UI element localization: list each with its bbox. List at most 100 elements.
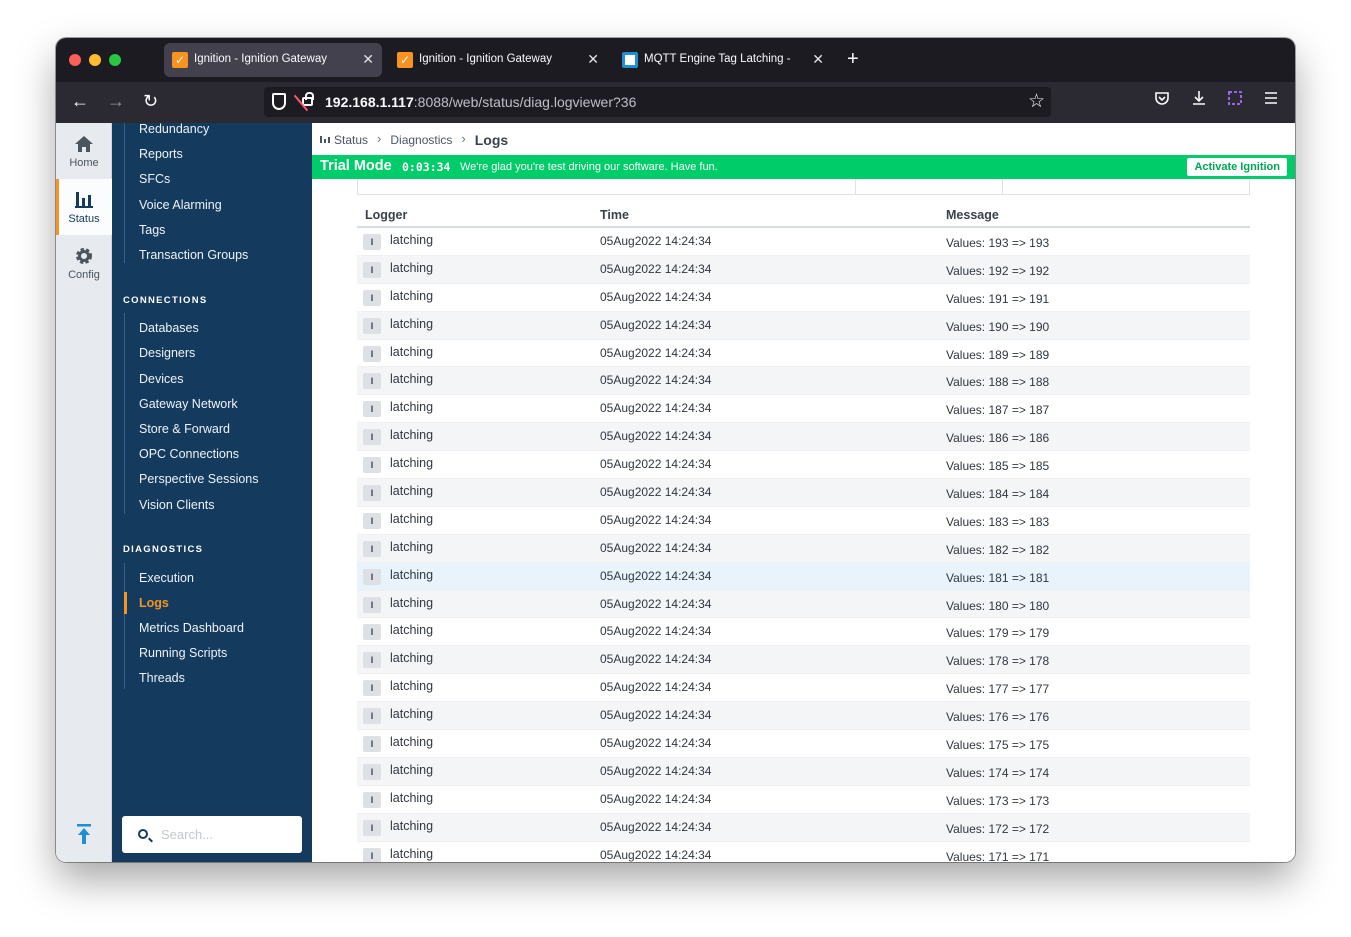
log-level-badge: I bbox=[363, 512, 381, 529]
table-row[interactable]: Ilatching 05Aug2022 14:24:34 Values: 189 =… bbox=[357, 339, 1250, 368]
minimize-window-button[interactable] bbox=[89, 54, 101, 66]
close-window-button[interactable] bbox=[69, 54, 81, 66]
sidebar-item-perspective-sessions[interactable]: Perspective Sessions bbox=[139, 472, 259, 486]
table-row[interactable]: Ilatching 05Aug2022 14:24:34 Values: 191 =… bbox=[357, 283, 1250, 312]
sidebar-item-redundancy[interactable]: Redundancy bbox=[139, 122, 209, 136]
ignition-icon: ✓ bbox=[172, 52, 188, 68]
url-text[interactable]: 192.168.1.117:8088/web/status/diag.logvi… bbox=[325, 94, 636, 110]
sidebar-item-gateway-network[interactable]: Gateway Network bbox=[139, 397, 238, 411]
table-row[interactable]: Ilatching 05Aug2022 14:24:34 Values: 174 =… bbox=[357, 757, 1250, 786]
column-header-message[interactable]: Message bbox=[946, 208, 999, 222]
cell-logger: latching bbox=[390, 372, 434, 387]
maximize-window-button[interactable] bbox=[109, 54, 121, 66]
table-row[interactable]: Ilatching 05Aug2022 14:24:34 Values: 177 =… bbox=[357, 674, 1250, 703]
cell-logger: latching bbox=[390, 651, 434, 666]
table-row[interactable]: Ilatching 05Aug2022 14:24:34 Values: 188 =… bbox=[357, 367, 1250, 396]
sidebar-item-running-scripts[interactable]: Running Scripts bbox=[139, 646, 227, 660]
hamburger-menu-icon[interactable] bbox=[1263, 90, 1279, 113]
log-level-badge: I bbox=[363, 596, 381, 613]
back-arrow-icon[interactable]: ← bbox=[71, 90, 89, 112]
rail-config[interactable]: Config bbox=[56, 235, 112, 291]
table-row[interactable]: Ilatching 05Aug2022 14:24:34 Values: 181 =… bbox=[357, 562, 1250, 591]
rail-status[interactable]: Status bbox=[56, 179, 112, 235]
cell-message: Values: 178 => 178 bbox=[946, 654, 1050, 669]
screenshot-extension-icon[interactable] bbox=[1227, 90, 1243, 113]
forward-arrow-icon[interactable]: → bbox=[107, 90, 125, 112]
sidebar-item-databases[interactable]: Databases bbox=[139, 321, 199, 335]
table-row[interactable]: Ilatching 05Aug2022 14:24:34 Values: 183 =… bbox=[357, 506, 1250, 535]
cell-time: 05Aug2022 14:24:34 bbox=[600, 819, 712, 834]
cell-message: Values: 184 => 184 bbox=[946, 487, 1050, 502]
rail-home[interactable]: Home bbox=[56, 123, 112, 179]
tracking-shield-icon[interactable] bbox=[272, 93, 286, 110]
sidebar-item-logs[interactable]: Logs bbox=[139, 596, 169, 610]
reload-icon[interactable]: ↻ bbox=[143, 90, 158, 112]
sidebar-item-threads[interactable]: Threads bbox=[139, 671, 185, 685]
sidebar-item-devices[interactable]: Devices bbox=[139, 372, 183, 386]
cell-message: Values: 171 => 171 bbox=[946, 849, 1050, 862]
table-row[interactable]: Ilatching 05Aug2022 14:24:34 Values: 182 =… bbox=[357, 534, 1250, 563]
download-icon[interactable] bbox=[1191, 90, 1207, 113]
table-row[interactable]: Ilatching 05Aug2022 14:24:34 Values: 192 =… bbox=[357, 255, 1250, 284]
pocket-icon[interactable] bbox=[1154, 90, 1170, 113]
log-level-badge: I bbox=[363, 736, 381, 753]
cell-time: 05Aug2022 14:24:34 bbox=[600, 540, 712, 555]
url-bar[interactable]: 192.168.1.117:8088/web/status/diag.logvi… bbox=[264, 87, 1051, 117]
sidebar-item-vision-clients[interactable]: Vision Clients bbox=[139, 498, 215, 512]
table-row[interactable]: Ilatching 05Aug2022 14:24:34 Values: 176 =… bbox=[357, 702, 1250, 731]
sidebar-item-reports[interactable]: Reports bbox=[139, 147, 183, 161]
ignition-icon: ✓ bbox=[397, 52, 413, 68]
sidebar-item-store-forward[interactable]: Store & Forward bbox=[139, 422, 230, 436]
table-row[interactable]: Ilatching 05Aug2022 14:24:34 Values: 186 =… bbox=[357, 423, 1250, 452]
table-row[interactable]: Ilatching 05Aug2022 14:24:34 Values: 187 =… bbox=[357, 395, 1250, 424]
cell-logger: latching bbox=[390, 595, 434, 610]
cell-time: 05Aug2022 14:24:34 bbox=[600, 429, 712, 444]
close-tab-icon[interactable]: ✕ bbox=[362, 51, 374, 67]
bookmark-star-icon[interactable]: ☆ bbox=[1028, 90, 1045, 113]
table-row[interactable]: Ilatching 05Aug2022 14:24:34 Values: 173 =… bbox=[357, 785, 1250, 814]
table-row[interactable]: Ilatching 05Aug2022 14:24:34 Values: 180 =… bbox=[357, 590, 1250, 619]
column-header-time[interactable]: Time bbox=[600, 208, 629, 222]
cell-logger: latching bbox=[390, 456, 434, 471]
breadcrumb: Status › Diagnostics › Logs bbox=[320, 131, 508, 148]
sidebar-item-tags[interactable]: Tags bbox=[139, 223, 165, 237]
browser-tab-2[interactable]: ✓ Ignition - Ignition Gateway ✕ bbox=[389, 43, 607, 77]
activate-ignition-button[interactable]: Activate Ignition bbox=[1187, 158, 1287, 176]
column-header-logger[interactable]: Logger bbox=[365, 208, 407, 222]
log-level-badge: I bbox=[363, 373, 381, 390]
sidebar-item-metrics-dashboard[interactable]: Metrics Dashboard bbox=[139, 621, 244, 635]
cell-time: 05Aug2022 14:24:34 bbox=[600, 345, 712, 360]
sidebar-item-sfcs[interactable]: SFCs bbox=[139, 172, 170, 186]
cell-time: 05Aug2022 14:24:34 bbox=[600, 847, 712, 862]
close-tab-icon[interactable]: ✕ bbox=[812, 51, 824, 67]
table-row[interactable]: Ilatching 05Aug2022 14:24:34 Values: 193 =… bbox=[357, 228, 1250, 256]
new-tab-button[interactable]: + bbox=[847, 48, 859, 70]
cell-message: Values: 192 => 192 bbox=[946, 263, 1050, 278]
browser-tab-1[interactable]: ✓ Ignition - Ignition Gateway ✕ bbox=[164, 43, 382, 77]
table-row[interactable]: Ilatching 05Aug2022 14:24:34 Values: 190 =… bbox=[357, 311, 1250, 340]
close-tab-icon[interactable]: ✕ bbox=[587, 51, 599, 67]
table-row[interactable]: Ilatching 05Aug2022 14:24:34 Values: 184 =… bbox=[357, 479, 1250, 507]
table-row[interactable]: Ilatching 05Aug2022 14:24:34 Values: 185 =… bbox=[357, 451, 1250, 480]
log-level-badge: I bbox=[363, 680, 381, 697]
table-row[interactable]: Ilatching 05Aug2022 14:24:34 Values: 178 =… bbox=[357, 646, 1250, 675]
table-row[interactable]: Ilatching 05Aug2022 14:24:34 Values: 179 =… bbox=[357, 618, 1250, 647]
home-icon bbox=[75, 136, 93, 152]
breadcrumb-diagnostics[interactable]: Diagnostics bbox=[390, 133, 452, 147]
table-row[interactable]: Ilatching 05Aug2022 14:24:34 Values: 171 =… bbox=[357, 841, 1250, 862]
cell-logger: latching bbox=[390, 846, 434, 861]
sidebar-item-voice-alarming[interactable]: Voice Alarming bbox=[139, 198, 222, 212]
cell-message: Values: 174 => 174 bbox=[946, 765, 1050, 780]
sidebar-search-input[interactable] bbox=[122, 816, 302, 853]
browser-tab-3[interactable]: MQTT Engine Tag Latching - MQ ✕ bbox=[614, 43, 832, 77]
log-level-badge: I bbox=[363, 317, 381, 334]
scroll-to-top-icon[interactable] bbox=[76, 823, 92, 845]
sidebar-item-execution[interactable]: Execution bbox=[139, 571, 194, 585]
table-row[interactable]: Ilatching 05Aug2022 14:24:34 Values: 172 =… bbox=[357, 813, 1250, 842]
sidebar-item-opc-connections[interactable]: OPC Connections bbox=[139, 447, 239, 461]
sidebar-item-transaction-groups[interactable]: Transaction Groups bbox=[139, 248, 248, 262]
cell-logger: latching bbox=[390, 344, 434, 359]
breadcrumb-status[interactable]: Status bbox=[334, 133, 368, 147]
sidebar-item-designers[interactable]: Designers bbox=[139, 346, 195, 360]
table-row[interactable]: Ilatching 05Aug2022 14:24:34 Values: 175 =… bbox=[357, 730, 1250, 758]
